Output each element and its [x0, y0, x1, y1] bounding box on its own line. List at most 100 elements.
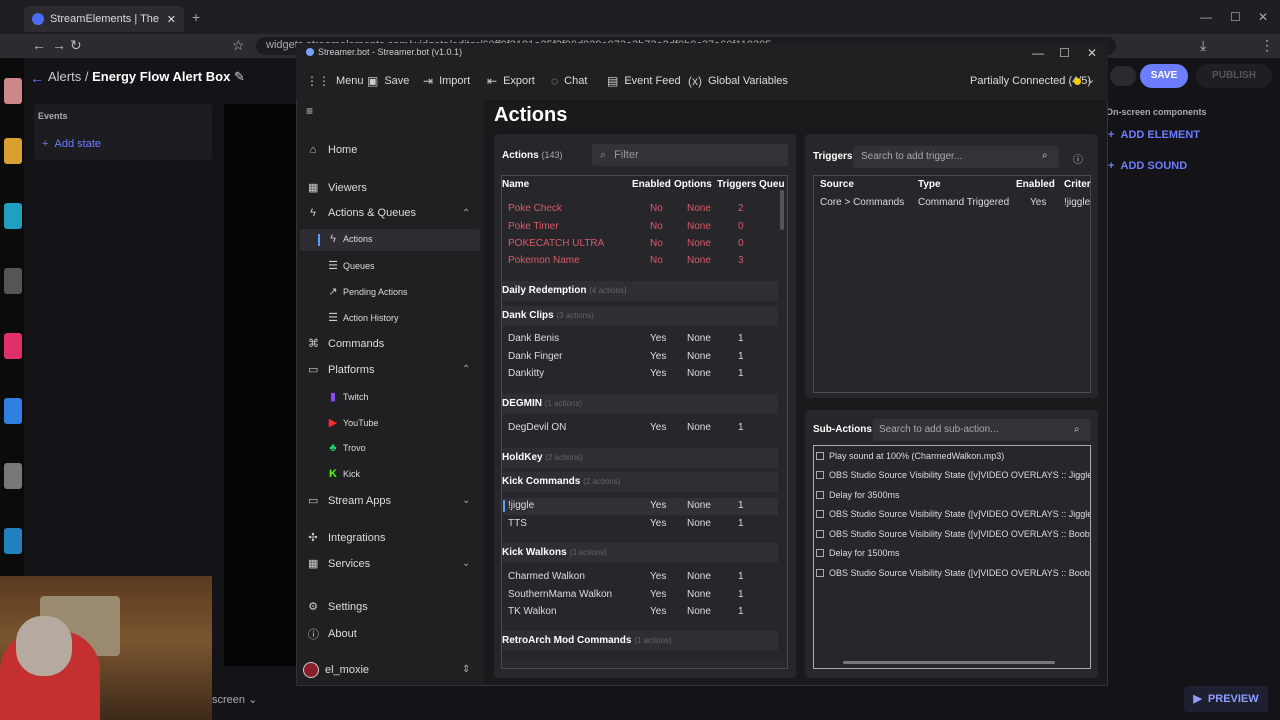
desktop-app-icon[interactable]: [4, 138, 22, 164]
chevron-up-icon[interactable]: ⌃: [462, 364, 470, 375]
action-enabled[interactable]: No: [650, 203, 663, 214]
avatar[interactable]: [303, 662, 319, 678]
sidebar-item-integrations[interactable]: ✣ Integrations: [308, 531, 385, 545]
info-icon[interactable]: ⓘ: [1073, 151, 1083, 166]
add-sound-button[interactable]: + ADD SOUND: [1108, 160, 1187, 172]
chevron-down-icon[interactable]: ⌄: [1086, 73, 1095, 86]
group-daily-redemption[interactable]: Daily Redemption (4 actions): [502, 281, 778, 301]
trigger-type[interactable]: Command Triggered: [918, 197, 1009, 208]
column-header-options[interactable]: Options: [674, 179, 712, 190]
add-element-button[interactable]: + ADD ELEMENT: [1108, 129, 1200, 141]
action-name[interactable]: SouthernMama Walkon: [508, 589, 612, 600]
trigger-enabled[interactable]: Yes: [1030, 197, 1046, 208]
add-state-button[interactable]: + Add state: [42, 138, 101, 150]
subaction-search-input[interactable]: Search to add sub-action...: [873, 419, 1091, 441]
sidebar-item-about[interactable]: ⓘ About: [308, 626, 357, 642]
action-enabled[interactable]: Yes: [650, 606, 666, 617]
action-triggers[interactable]: 1: [738, 606, 744, 617]
sidebar-item-stream-apps[interactable]: ▭ Stream Apps: [308, 494, 391, 508]
publish-button[interactable]: PUBLISH: [1196, 64, 1272, 88]
action-enabled[interactable]: No: [650, 238, 663, 249]
column-header-type[interactable]: Type: [918, 179, 941, 190]
action-options[interactable]: None: [687, 571, 711, 582]
subaction-item[interactable]: Play sound at 100% (CharmedWalkon.mp3): [816, 451, 1090, 461]
sb-maximize-icon[interactable]: ☐: [1059, 46, 1070, 60]
action-name[interactable]: POKECATCH ULTRA: [508, 238, 604, 249]
column-header-enabled[interactable]: Enabled: [1016, 179, 1055, 190]
column-header-source[interactable]: Source: [820, 179, 854, 190]
search-icon[interactable]: ⌕: [1074, 424, 1080, 435]
minimize-icon[interactable]: —: [1200, 10, 1212, 24]
subaction-item[interactable]: OBS Studio Source Visibility State ([v]V…: [816, 568, 1090, 578]
trigger-search-input[interactable]: Search to add trigger...: [853, 146, 1059, 168]
subaction-item[interactable]: Delay for 3500ms: [816, 490, 1090, 500]
action-triggers[interactable]: 0: [738, 221, 744, 232]
sidebar-item-settings[interactable]: ⚙ Settings: [308, 600, 368, 614]
action-enabled[interactable]: Yes: [650, 571, 666, 582]
desktop-app-icon[interactable]: [4, 398, 22, 424]
subaction-item[interactable]: OBS Studio Source Visibility State ([v]V…: [816, 529, 1090, 539]
action-enabled[interactable]: Yes: [650, 500, 666, 511]
export-button[interactable]: ⇤ Export: [487, 74, 535, 88]
action-options[interactable]: None: [687, 203, 711, 214]
action-name[interactable]: Poke Timer: [508, 221, 559, 232]
desktop-app-icon[interactable]: [4, 528, 22, 554]
screen-selector[interactable]: screen ⌄: [212, 693, 257, 706]
action-triggers[interactable]: 1: [738, 351, 744, 362]
action-name[interactable]: DegDevil ON: [508, 422, 566, 433]
action-options[interactable]: None: [687, 238, 711, 249]
action-enabled[interactable]: No: [650, 221, 663, 232]
action-options[interactable]: None: [687, 368, 711, 379]
trigger-criteria[interactable]: !jiggle: [1064, 197, 1090, 208]
search-icon[interactable]: ⌕: [1042, 150, 1048, 161]
action-options[interactable]: None: [687, 500, 711, 511]
group-holdkey[interactable]: HoldKey (2 actions): [502, 448, 778, 468]
chevron-updown-icon[interactable]: ⇕: [462, 664, 470, 675]
action-triggers[interactable]: 1: [738, 589, 744, 600]
horizontal-scrollbar[interactable]: [843, 661, 1055, 664]
column-header-enabled[interactable]: Enabled: [632, 179, 671, 190]
browser-tab[interactable]: StreamElements | The Ultimate S ✕: [24, 6, 184, 32]
action-name[interactable]: Pokemon Name: [508, 255, 580, 266]
scrollbar[interactable]: [780, 190, 784, 230]
sidebar-item-platforms[interactable]: ▭ Platforms: [308, 363, 374, 377]
import-button[interactable]: ⇥ Import: [423, 74, 470, 88]
maximize-icon[interactable]: ☐: [1230, 10, 1241, 24]
desktop-app-icon[interactable]: [4, 203, 22, 229]
column-header-queue[interactable]: Queu: [759, 179, 785, 190]
action-options[interactable]: None: [687, 333, 711, 344]
sidebar-item-viewers[interactable]: ▦ Viewers: [308, 181, 367, 195]
column-header-name[interactable]: Name: [502, 179, 529, 190]
edit-pencil-icon[interactable]: ✎: [234, 69, 245, 84]
action-triggers[interactable]: 1: [738, 422, 744, 433]
close-window-icon[interactable]: ✕: [1258, 10, 1268, 24]
sidebar-item-home[interactable]: ⌂ Home: [308, 144, 358, 156]
action-name[interactable]: Dank Benis: [508, 333, 559, 344]
bookmark-icon[interactable]: ☆: [232, 37, 245, 54]
filter-input[interactable]: ⌕ Filter: [592, 144, 788, 166]
toggle-switch[interactable]: [1110, 66, 1136, 86]
action-name[interactable]: TTS: [508, 518, 527, 529]
action-name[interactable]: TK Walkon: [508, 606, 557, 617]
sidebar-item-commands[interactable]: ⌘ Commands: [308, 337, 384, 351]
action-name[interactable]: Dank Finger: [508, 351, 562, 362]
action-name[interactable]: !jiggle: [508, 500, 534, 511]
global-variables-button[interactable]: (x) Global Variables: [688, 74, 788, 88]
forward-icon[interactable]: →: [52, 37, 66, 53]
connection-status[interactable]: Partially Connected (4/5): [970, 75, 1091, 87]
column-header-criteria[interactable]: Criter: [1064, 179, 1091, 190]
chevron-down-icon[interactable]: ⌄: [462, 495, 470, 506]
chevron-up-icon[interactable]: ⌃: [462, 208, 470, 219]
action-enabled[interactable]: Yes: [650, 518, 666, 529]
action-triggers[interactable]: 0: [738, 238, 744, 249]
downloads-icon[interactable]: ⤓: [1200, 37, 1206, 54]
column-header-triggers[interactable]: Triggers: [717, 179, 756, 190]
action-name[interactable]: Poke Check: [508, 203, 562, 214]
chevron-down-icon[interactable]: ⌄: [462, 558, 470, 569]
action-triggers[interactable]: 2: [738, 203, 744, 214]
action-options[interactable]: None: [687, 255, 711, 266]
horizontal-scrollbar[interactable]: [503, 658, 787, 668]
sb-close-icon[interactable]: ✕: [1087, 46, 1097, 60]
subaction-item[interactable]: OBS Studio Source Visibility State ([v]V…: [816, 470, 1090, 480]
group-kick-walkons[interactable]: Kick Walkons (3 actions): [502, 543, 778, 563]
